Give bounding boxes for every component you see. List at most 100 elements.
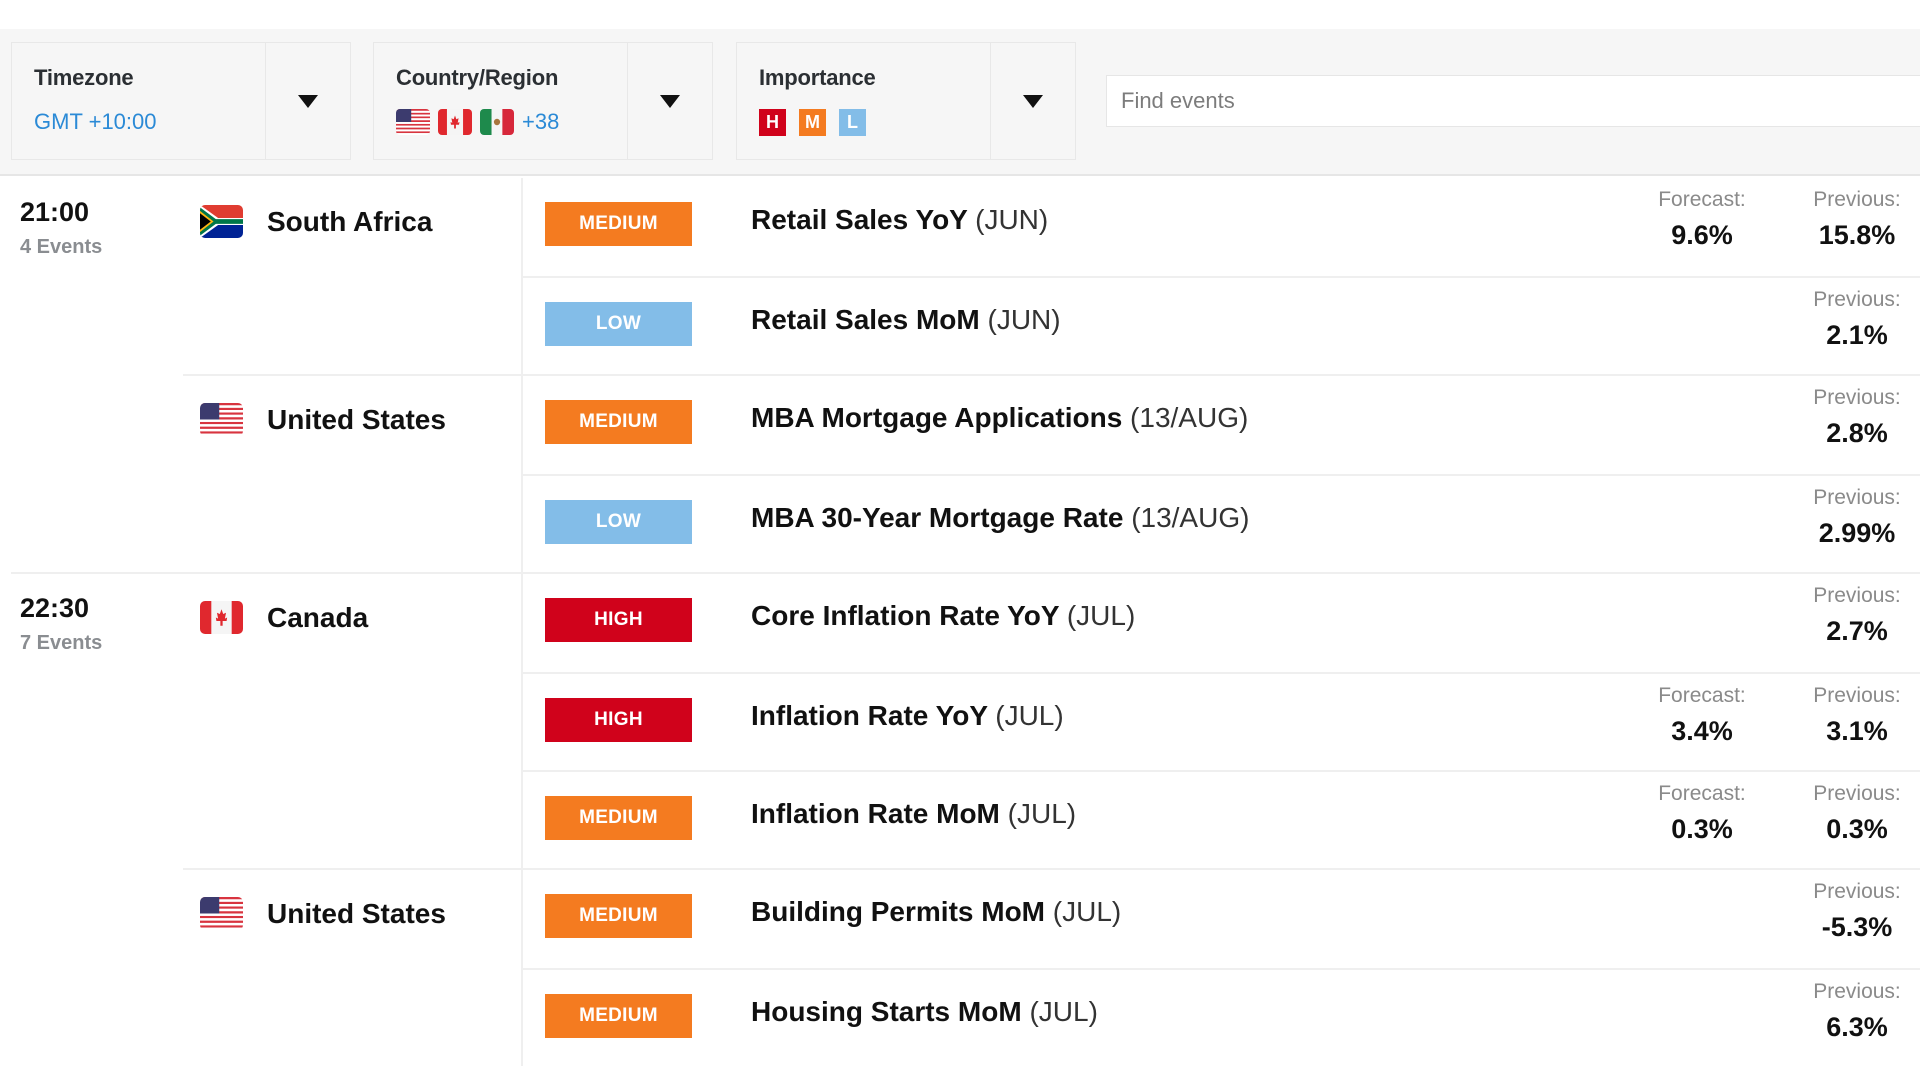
importance-badge: MEDIUM [545, 894, 692, 938]
event-row[interactable]: MEDIUM Retail Sales YoY (JUN) Forecast: 9.6… [523, 178, 1920, 276]
previous-value: 6.3% [1826, 1012, 1888, 1042]
event-time: 22:30 [20, 593, 90, 623]
event-period: (JUL) [995, 700, 1064, 731]
south-africa-flag-icon [200, 205, 243, 238]
forecast-stat: Forecast: 0.3% [1637, 782, 1767, 845]
timezone-dropdown[interactable]: Timezone GMT +10:00 [11, 42, 351, 160]
event-period: (JUN) [987, 304, 1061, 335]
event-name[interactable]: Inflation Rate MoM (JUL) [751, 798, 1076, 830]
event-name[interactable]: MBA Mortgage Applications (13/AUG) [751, 402, 1248, 434]
event-row[interactable]: LOW Retail Sales MoM (JUN) Previous: 2.1% [523, 276, 1920, 374]
caret-down-icon [298, 94, 318, 108]
forecast-value: 9.6% [1671, 220, 1733, 250]
time-cell: 21:00 4 Events [0, 178, 183, 572]
united-states-flag-icon [200, 897, 243, 930]
event-row[interactable]: MEDIUM MBA Mortgage Applications (13/AUG)… [523, 376, 1920, 474]
country-cell: South Africa [183, 178, 523, 374]
event-list: MEDIUM Retail Sales YoY (JUN) Forecast: 9.6… [523, 178, 1920, 374]
forecast-stat: Forecast: 3.4% [1637, 684, 1767, 747]
previous-label: Previous: [1813, 880, 1901, 903]
event-title: Building Permits MoM [751, 896, 1045, 927]
previous-value: -5.3% [1821, 912, 1893, 942]
importance-dropdown-toggle[interactable] [991, 43, 1075, 159]
previous-label: Previous: [1813, 288, 1901, 311]
time-group: 21:00 4 Events South Africa MEDIUM Retail Sa… [0, 178, 1920, 572]
event-title: Housing Starts MoM [751, 996, 1022, 1027]
event-name[interactable]: Retail Sales YoY (JUN) [751, 204, 1048, 236]
event-row[interactable]: MEDIUM Building Permits MoM (JUL) Previous… [523, 870, 1920, 968]
caret-down-icon [1023, 94, 1043, 108]
timezone-value: GMT +10:00 [34, 109, 157, 134]
filter-toolbar: Timezone GMT +10:00 Country/Region +38 I… [0, 29, 1920, 176]
canada-flag-icon [200, 601, 243, 634]
country-name: South Africa [267, 206, 433, 237]
selected-country-flags [396, 109, 514, 135]
event-period: (JUL) [1029, 996, 1098, 1027]
importance-dropdown-body[interactable]: Importance HML [737, 43, 991, 159]
event-name[interactable]: MBA 30-Year Mortgage Rate (13/AUG) [751, 502, 1249, 534]
country-region-label: Country/Region [396, 65, 559, 90]
event-row[interactable]: LOW MBA 30-Year Mortgage Rate (13/AUG) Pre… [523, 474, 1920, 572]
time-group: 22:30 7 Events Canada HIGH Core Inflation Ra… [11, 572, 1920, 1066]
previous-label: Previous: [1813, 782, 1901, 805]
previous-label: Previous: [1813, 486, 1901, 509]
event-name[interactable]: Inflation Rate YoY (JUL) [751, 700, 1064, 732]
importance-chip-medium[interactable]: M [799, 109, 826, 136]
timezone-label: Timezone [34, 65, 134, 90]
united-states-flag-icon [200, 403, 243, 436]
event-name[interactable]: Housing Starts MoM (JUL) [751, 996, 1098, 1028]
previous-stat: Previous: 0.3% [1792, 782, 1920, 845]
importance-chip-high[interactable]: H [759, 109, 786, 136]
timezone-dropdown-toggle[interactable] [266, 43, 350, 159]
event-count: 7 Events [20, 632, 103, 654]
country-block: South Africa MEDIUM Retail Sales YoY (JUN)… [183, 178, 1920, 374]
timezone-dropdown-body[interactable]: Timezone GMT +10:00 [12, 43, 266, 159]
country-name: United States [267, 404, 446, 435]
event-row[interactable]: MEDIUM Housing Starts MoM (JUL) Previous: 6… [523, 968, 1920, 1066]
event-name[interactable]: Retail Sales MoM (JUN) [751, 304, 1061, 336]
country-name: United States [267, 898, 446, 929]
event-row[interactable]: HIGH Inflation Rate YoY (JUL) Forecast: 3.4… [523, 672, 1920, 770]
event-row[interactable]: MEDIUM Inflation Rate MoM (JUL) Forecast: 0… [523, 770, 1920, 868]
event-row[interactable]: HIGH Core Inflation Rate YoY (JUL) Previou… [523, 574, 1920, 672]
more-countries-count: +38 [522, 109, 560, 134]
event-name[interactable]: Building Permits MoM (JUL) [751, 896, 1121, 928]
forecast-label: Forecast: [1658, 782, 1746, 805]
previous-value: 3.1% [1826, 716, 1888, 746]
event-list: MEDIUM MBA Mortgage Applications (13/AUG)… [523, 376, 1920, 572]
event-period: (JUL) [1066, 600, 1136, 631]
event-list: MEDIUM Building Permits MoM (JUL) Previous… [523, 870, 1920, 1066]
united-states-flag-icon [396, 109, 430, 135]
events-table: 21:00 4 Events South Africa MEDIUM Retail Sa… [0, 178, 1920, 1066]
country-list: Canada HIGH Core Inflation Rate YoY (JUL) P… [183, 574, 1920, 1066]
forecast-value: 0.3% [1671, 814, 1733, 844]
importance-badge: MEDIUM [545, 400, 692, 444]
previous-value: 2.8% [1826, 418, 1888, 448]
event-title: Retail Sales MoM [751, 304, 980, 335]
forecast-label: Forecast: [1658, 188, 1746, 211]
event-title: MBA Mortgage Applications [751, 402, 1123, 433]
event-period: (13/AUG) [1130, 402, 1249, 433]
previous-label: Previous: [1813, 584, 1901, 607]
previous-value: 2.1% [1826, 320, 1888, 350]
event-list: HIGH Core Inflation Rate YoY (JUL) Previou… [523, 574, 1920, 868]
importance-dropdown[interactable]: Importance HML [736, 42, 1076, 160]
country-region-dropdown-toggle[interactable] [628, 43, 712, 159]
previous-stat: Previous: 6.3% [1792, 980, 1920, 1043]
previous-stat: Previous: 2.99% [1792, 486, 1920, 549]
event-title: Inflation Rate YoY [751, 700, 988, 731]
event-period: (JUN) [975, 204, 1049, 235]
forecast-label: Forecast: [1658, 684, 1746, 707]
event-name[interactable]: Core Inflation Rate YoY (JUL) [751, 600, 1135, 632]
importance-chip-low[interactable]: L [839, 109, 866, 136]
importance-badge: MEDIUM [545, 796, 692, 840]
country-region-dropdown[interactable]: Country/Region +38 [373, 42, 713, 160]
country-block: United States MEDIUM Building Permits MoM … [183, 868, 1920, 1066]
country-cell: Canada [183, 574, 523, 868]
previous-stat: Previous: 3.1% [1792, 684, 1920, 747]
find-events-input[interactable] [1106, 75, 1920, 127]
country-region-dropdown-body[interactable]: Country/Region +38 [374, 43, 628, 159]
previous-label: Previous: [1813, 386, 1901, 409]
time-cell: 22:30 7 Events [0, 574, 183, 1066]
previous-stat: Previous: 2.7% [1792, 584, 1920, 647]
